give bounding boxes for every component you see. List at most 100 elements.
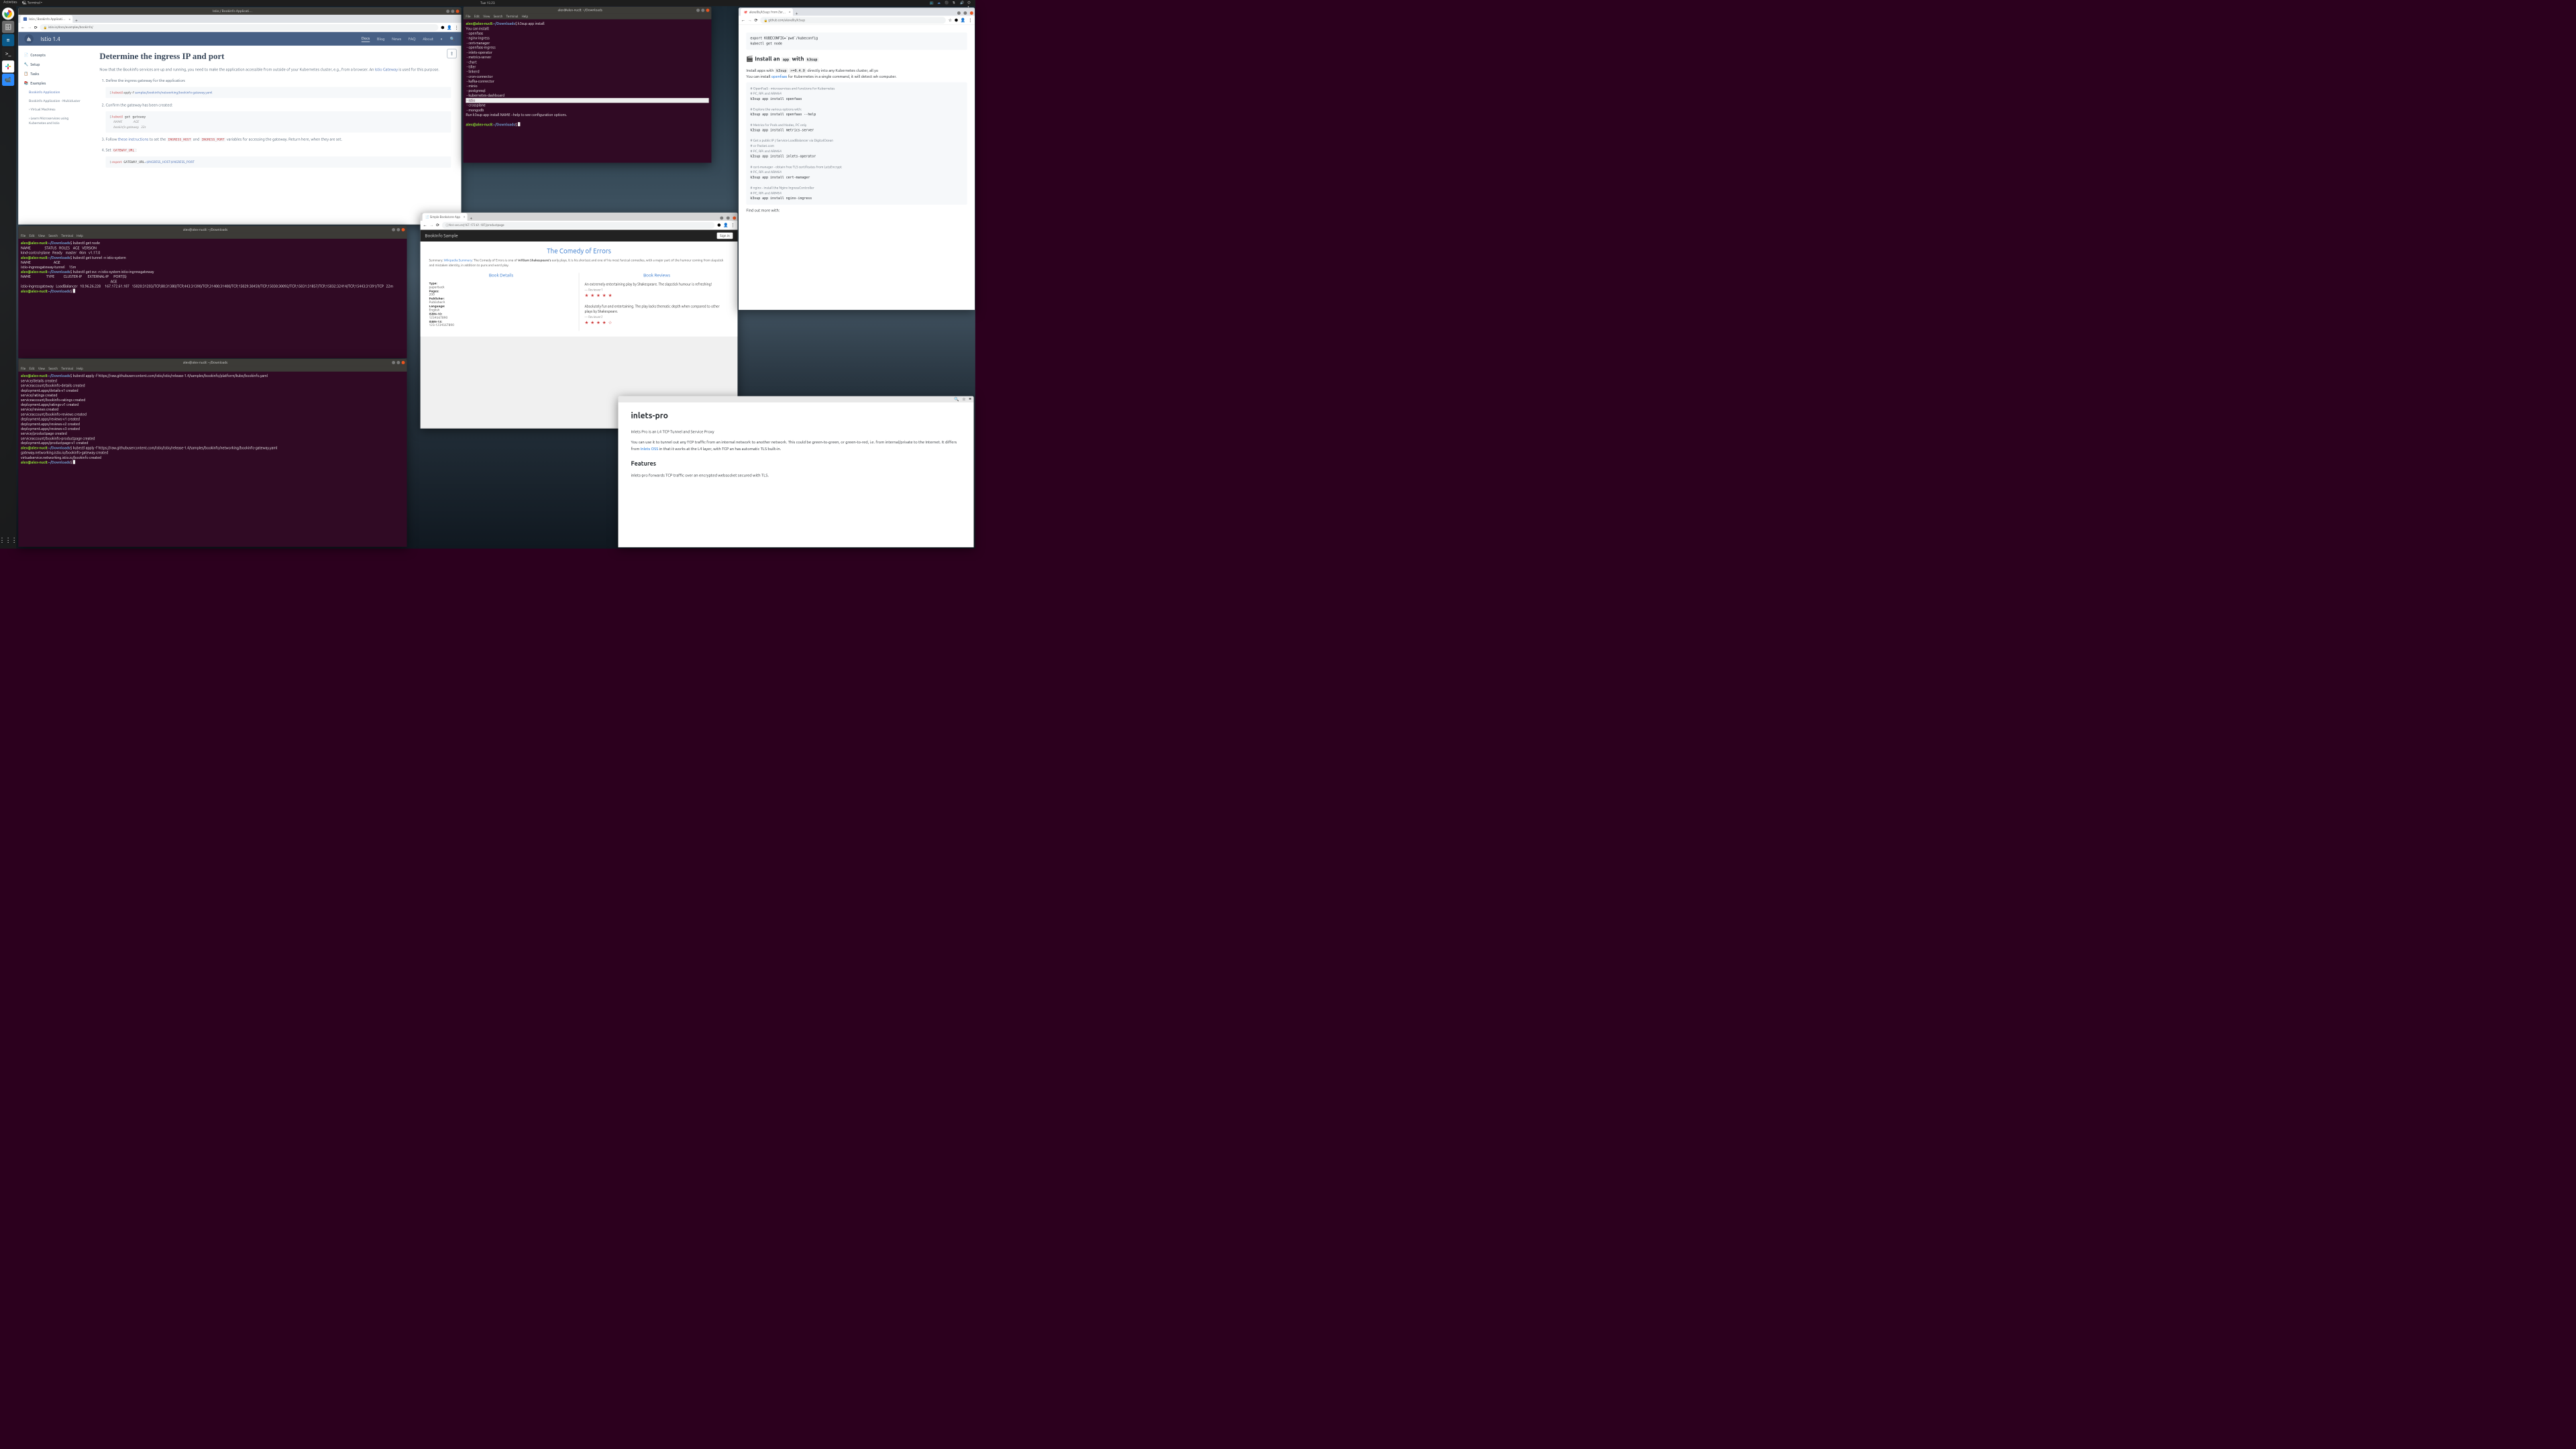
close-icon[interactable]: × xyxy=(789,10,791,14)
chrome-icon[interactable] xyxy=(2,7,14,19)
browser-tab[interactable]: 🐙 alexellis/k3sup: from Zer… × xyxy=(741,8,793,15)
max-button[interactable] xyxy=(396,361,400,364)
menu-icon[interactable]: ⋮ xyxy=(455,25,459,30)
app-menu[interactable]: 🖳 Terminal ▾ xyxy=(22,0,42,5)
menu-icon[interactable]: ⋮ xyxy=(731,223,735,227)
terminal-icon[interactable]: >_ xyxy=(2,47,14,59)
profile-icon[interactable]: 👤 xyxy=(447,25,452,30)
close-button[interactable] xyxy=(402,228,405,231)
tray-icon[interactable]: ☁ xyxy=(937,1,941,5)
max-button[interactable] xyxy=(451,9,454,13)
sidebar-sub-bookinfo[interactable]: Bookinfo Application xyxy=(22,88,86,97)
min-button[interactable] xyxy=(696,9,700,12)
menu-icon[interactable]: ≡ xyxy=(969,396,971,401)
sidebar-sub-learn[interactable]: › Learn Microservices using Kubernetes a… xyxy=(22,114,86,127)
profile-icon[interactable]: 👤 xyxy=(723,223,729,227)
sidebar-item-setup[interactable]: 🔧 Setup xyxy=(22,60,86,69)
show-apps-icon[interactable]: ⋮⋮⋮ xyxy=(2,534,14,546)
back-icon[interactable]: ← xyxy=(21,25,25,30)
forward-icon[interactable]: → xyxy=(748,18,752,23)
inlets-oss-link[interactable]: Inlets OSS xyxy=(641,447,659,451)
sidebar-sub-vm[interactable]: › Virtual Machines xyxy=(22,105,86,114)
code-block[interactable]: $ kubectl get gateway NAME AGE bookinfo-… xyxy=(105,111,451,133)
code-block[interactable]: # OpenFaaS - microservices and functions… xyxy=(746,83,967,205)
back-icon[interactable]: ← xyxy=(741,18,745,23)
files-icon[interactable]: 🗄 xyxy=(2,21,14,33)
sidebar-item-examples[interactable]: 📚 Examples xyxy=(22,78,86,88)
back-icon[interactable]: ← xyxy=(423,223,427,227)
zoom-icon[interactable]: 📹 xyxy=(2,74,14,86)
clock[interactable]: Tue 15:23 xyxy=(480,1,495,5)
close-button[interactable] xyxy=(402,361,405,364)
search-icon[interactable]: 🔍 xyxy=(450,36,455,41)
browser-tab[interactable]: 📄 Simple Bookstore App × xyxy=(423,213,468,221)
min-button[interactable] xyxy=(446,9,449,13)
scroll-top-button[interactable]: ⬆ xyxy=(447,49,456,58)
max-button[interactable] xyxy=(396,228,400,231)
window-titlebar[interactable]: alex@alex-nuc8: ~/Downloads xyxy=(18,226,407,233)
extension-icon[interactable]: ⬢ xyxy=(717,223,720,227)
reload-icon[interactable]: ⟳ xyxy=(436,223,439,227)
code-block[interactable]: export KUBECONFIG=`pwd`/kubeconfig kubec… xyxy=(746,32,967,50)
window-titlebar[interactable]: alex@alex-nuc8: ~/Downloads xyxy=(18,359,407,366)
new-tab-button[interactable]: + xyxy=(468,215,475,221)
max-button[interactable] xyxy=(963,11,967,15)
terminal-output[interactable]: alex@alex-nuc8:~/Downloads$ k3sup app in… xyxy=(464,19,712,129)
min-button[interactable] xyxy=(392,361,395,364)
browser-tab[interactable]: Istio / Bookinfo Applicati… × xyxy=(20,15,72,23)
istio-gateway-link[interactable]: Istio Gateway xyxy=(375,67,398,71)
code-block[interactable]: $ export GATEWAY_URL=$INGRESS_HOST:$INGR… xyxy=(105,156,451,168)
sidebar-item-tasks[interactable]: 📋 Tasks xyxy=(22,69,86,78)
nav-blog[interactable]: Blog xyxy=(377,37,385,41)
address-bar[interactable]: ⓘ Not secure | 167.172.61.187/productpag… xyxy=(442,222,715,229)
vscode-icon[interactable]: ≡ xyxy=(2,34,14,46)
nav-faq[interactable]: FAQ xyxy=(409,37,416,41)
openfaas-link[interactable]: openfaas xyxy=(771,74,787,78)
extension-icon[interactable]: ⬢ xyxy=(441,25,444,30)
close-button[interactable] xyxy=(456,9,460,13)
close-button[interactable] xyxy=(733,217,736,220)
address-bar[interactable]: 🔒 github.com/alexellis/k3sup xyxy=(760,17,946,23)
code-block[interactable]: $ kubectl apply -f samples/bookinfo/netw… xyxy=(105,87,451,98)
sidebar-item-concepts[interactable]: 📄 Concepts xyxy=(22,50,86,60)
slack-icon[interactable] xyxy=(2,60,14,72)
close-button[interactable] xyxy=(706,9,710,12)
terminal-menubar[interactable]: FileEditViewSearchTerminalHelp xyxy=(18,366,407,372)
terminal-output[interactable]: alex@alex-nuc8:~/Downloads$ kubectl appl… xyxy=(18,372,407,467)
search-icon[interactable]: 🔍 xyxy=(954,396,959,401)
wikipedia-link[interactable]: Wikipedia Summary xyxy=(444,258,472,262)
profile-icon[interactable]: 👤 xyxy=(961,18,966,23)
max-button[interactable] xyxy=(727,217,730,220)
min-button[interactable] xyxy=(720,217,723,220)
window-titlebar[interactable]: alex@alex-nuc8: ~/Downloads xyxy=(464,7,712,14)
min-button[interactable] xyxy=(957,11,961,15)
max-button[interactable] xyxy=(701,9,704,12)
menu-icon[interactable]: ⋮ xyxy=(968,18,972,23)
address-bar[interactable]: 🔒 istio.io/docs/examples/bookinfo/ xyxy=(40,24,439,31)
signin-button[interactable]: Sign in xyxy=(716,232,733,239)
new-tab-button[interactable]: + xyxy=(72,18,80,23)
sidebar-sub-bookinfo-mc[interactable]: Bookinfo Application - Multicluster xyxy=(22,97,86,105)
extension-icon[interactable]: ⬢ xyxy=(955,18,958,23)
istio-brand[interactable]: Istio 1.4 xyxy=(41,36,60,42)
readme-body[interactable]: export KUBECONFIG=`pwd`/kubeconfig kubec… xyxy=(739,25,975,310)
star-icon[interactable]: ☆ xyxy=(949,18,952,23)
forward-icon[interactable]: → xyxy=(28,25,32,30)
nav-news[interactable]: News xyxy=(392,37,401,41)
close-button[interactable] xyxy=(970,11,973,15)
tray-icon[interactable]: 📺 xyxy=(930,1,934,5)
new-tab-button[interactable]: + xyxy=(793,11,800,16)
volume-icon[interactable]: 🔊 xyxy=(960,1,964,5)
close-icon[interactable]: × xyxy=(464,215,466,219)
theme-icon[interactable]: ◐ xyxy=(441,36,443,41)
window-titlebar[interactable]: Istio / Bookinfo Applicati… xyxy=(18,7,461,15)
nav-about[interactable]: About xyxy=(423,37,433,41)
terminal-output[interactable]: alex@alex-nuc8:~/Downloads$ kubectl get … xyxy=(18,239,407,296)
terminal-menubar[interactable]: FileEditViewSearchTerminalHelp xyxy=(18,233,407,239)
terminal-menubar[interactable]: FileEditViewSearchTerminalHelp xyxy=(464,13,712,19)
power-icon[interactable]: ⏻ ▾ xyxy=(967,1,971,5)
forward-icon[interactable]: → xyxy=(429,223,433,227)
network-icon[interactable]: ⚫ xyxy=(945,1,949,5)
close-icon[interactable]: × xyxy=(68,17,70,21)
inlets-body[interactable]: inlets-pro Inlets Pro is an L4 TCP Tunne… xyxy=(619,402,974,490)
